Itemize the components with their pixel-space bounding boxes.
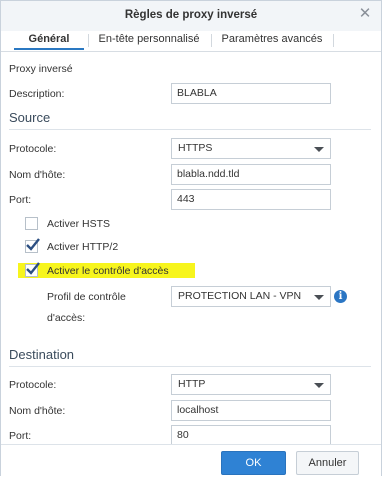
tab-divider bbox=[211, 34, 212, 47]
access-profile-value: PROTECTION LAN - VPN bbox=[178, 290, 302, 302]
hsts-label: Activer HSTS bbox=[47, 218, 111, 230]
proxy-heading: Proxy inversé bbox=[9, 63, 73, 75]
cancel-button[interactable]: Annuler bbox=[296, 451, 359, 475]
hsts-checkbox[interactable] bbox=[25, 217, 38, 230]
source-protocol-value: HTTPS bbox=[178, 142, 213, 154]
tab-advanced-settings[interactable]: Paramètres avancés bbox=[215, 31, 329, 51]
description-field[interactable]: BLABLA bbox=[171, 83, 331, 104]
http2-checkbox[interactable] bbox=[25, 238, 40, 253]
destination-port-field[interactable]: 80 bbox=[171, 425, 331, 446]
access-profile-select[interactable]: PROTECTION LAN - VPN bbox=[171, 286, 331, 307]
http2-label: Activer HTTP/2 bbox=[47, 241, 119, 253]
chevron-down-icon bbox=[314, 295, 324, 300]
tab-divider bbox=[88, 34, 89, 47]
source-section-title: Source bbox=[9, 110, 51, 125]
access-profile-label-cont: d'accès: bbox=[47, 312, 86, 324]
destination-port-label: Port: bbox=[9, 430, 32, 442]
destination-section-title: Destination bbox=[9, 347, 75, 362]
checkmark-icon bbox=[26, 262, 40, 275]
active-tab-indicator bbox=[14, 48, 84, 50]
close-icon[interactable]: ✕ bbox=[357, 6, 373, 22]
tab-divider bbox=[333, 34, 334, 47]
destination-hostname-label: Nom d'hôte: bbox=[9, 405, 66, 417]
reverse-proxy-dialog: Règles de proxy inversé ✕ Général En-têt… bbox=[0, 0, 382, 477]
destination-protocol-label: Protocole: bbox=[9, 379, 57, 391]
info-icon[interactable]: i bbox=[334, 290, 347, 303]
section-divider bbox=[9, 129, 371, 130]
description-label: Description: bbox=[9, 88, 65, 100]
source-protocol-select[interactable]: HTTPS bbox=[171, 138, 331, 159]
destination-protocol-value: HTTP bbox=[178, 378, 206, 390]
checkmark-icon bbox=[26, 238, 40, 251]
access-profile-label: Profil de contrôle bbox=[47, 291, 126, 303]
source-protocol-label: Protocole: bbox=[9, 143, 57, 155]
source-port-label: Port: bbox=[9, 194, 32, 206]
section-divider bbox=[9, 366, 371, 367]
tab-custom-header[interactable]: En-tête personnalisé bbox=[92, 31, 206, 51]
dialog-titlebar: Règles de proxy inversé ✕ bbox=[1, 1, 381, 31]
source-hostname-field[interactable]: blabla.ndd.tld bbox=[171, 164, 331, 185]
chevron-down-icon bbox=[314, 147, 324, 152]
dialog-footer: OK Annuler bbox=[1, 444, 381, 477]
source-port-field[interactable]: 443 bbox=[171, 189, 331, 210]
destination-hostname-field[interactable]: localhost bbox=[171, 400, 331, 421]
chevron-down-icon bbox=[314, 383, 324, 388]
access-control-label: Activer le contrôle d'accès bbox=[47, 265, 169, 277]
access-control-checkbox[interactable] bbox=[25, 262, 40, 277]
destination-protocol-select[interactable]: HTTP bbox=[171, 374, 331, 395]
source-hostname-label: Nom d'hôte: bbox=[9, 169, 66, 181]
dialog-title: Règles de proxy inversé bbox=[124, 9, 258, 21]
ok-button[interactable]: OK bbox=[221, 451, 286, 475]
